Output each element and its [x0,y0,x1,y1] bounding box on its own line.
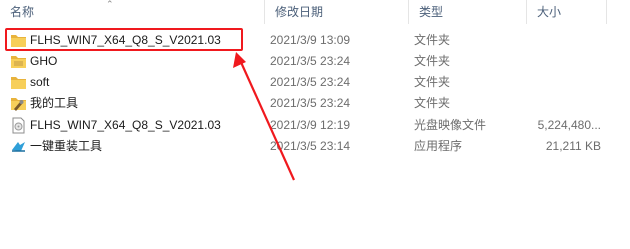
annotation-arrow [233,52,296,181]
